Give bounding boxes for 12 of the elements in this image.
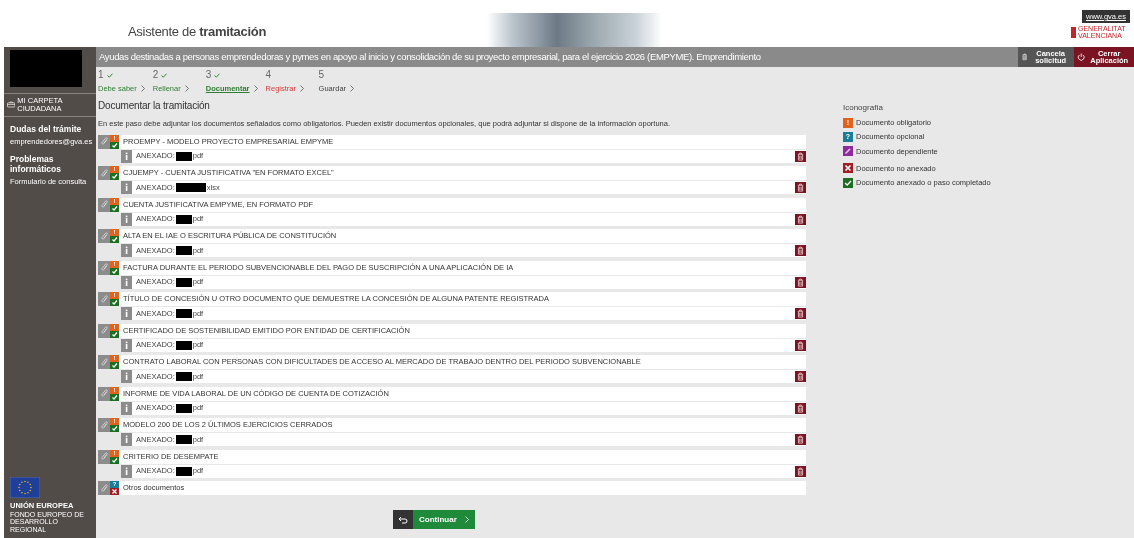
legend-title: Iconografía bbox=[843, 102, 885, 114]
step-number: 5 bbox=[318, 70, 325, 80]
section-heading: Documentar la tramitación bbox=[98, 100, 211, 113]
step-number: 4 bbox=[265, 70, 272, 80]
continue-button[interactable]: Continuar bbox=[393, 510, 475, 529]
page-title: Ayudas destinadas a personas emprendedoras y pymes en apoyo al inicio y consolidación de su proyecto empresarial, para el ejercicio 2026 (EMPYME). Emprendimiento bbox=[98, 49, 762, 64]
step-number: 1 bbox=[98, 70, 104, 80]
app-title: Asistente de tramitación bbox=[128, 23, 267, 41]
step-number: 2 bbox=[152, 70, 159, 80]
step-number: 3 bbox=[205, 70, 212, 80]
section-heading: Dudas del trámite bbox=[10, 124, 83, 135]
section-heading: Problemas informáticos bbox=[10, 155, 62, 175]
